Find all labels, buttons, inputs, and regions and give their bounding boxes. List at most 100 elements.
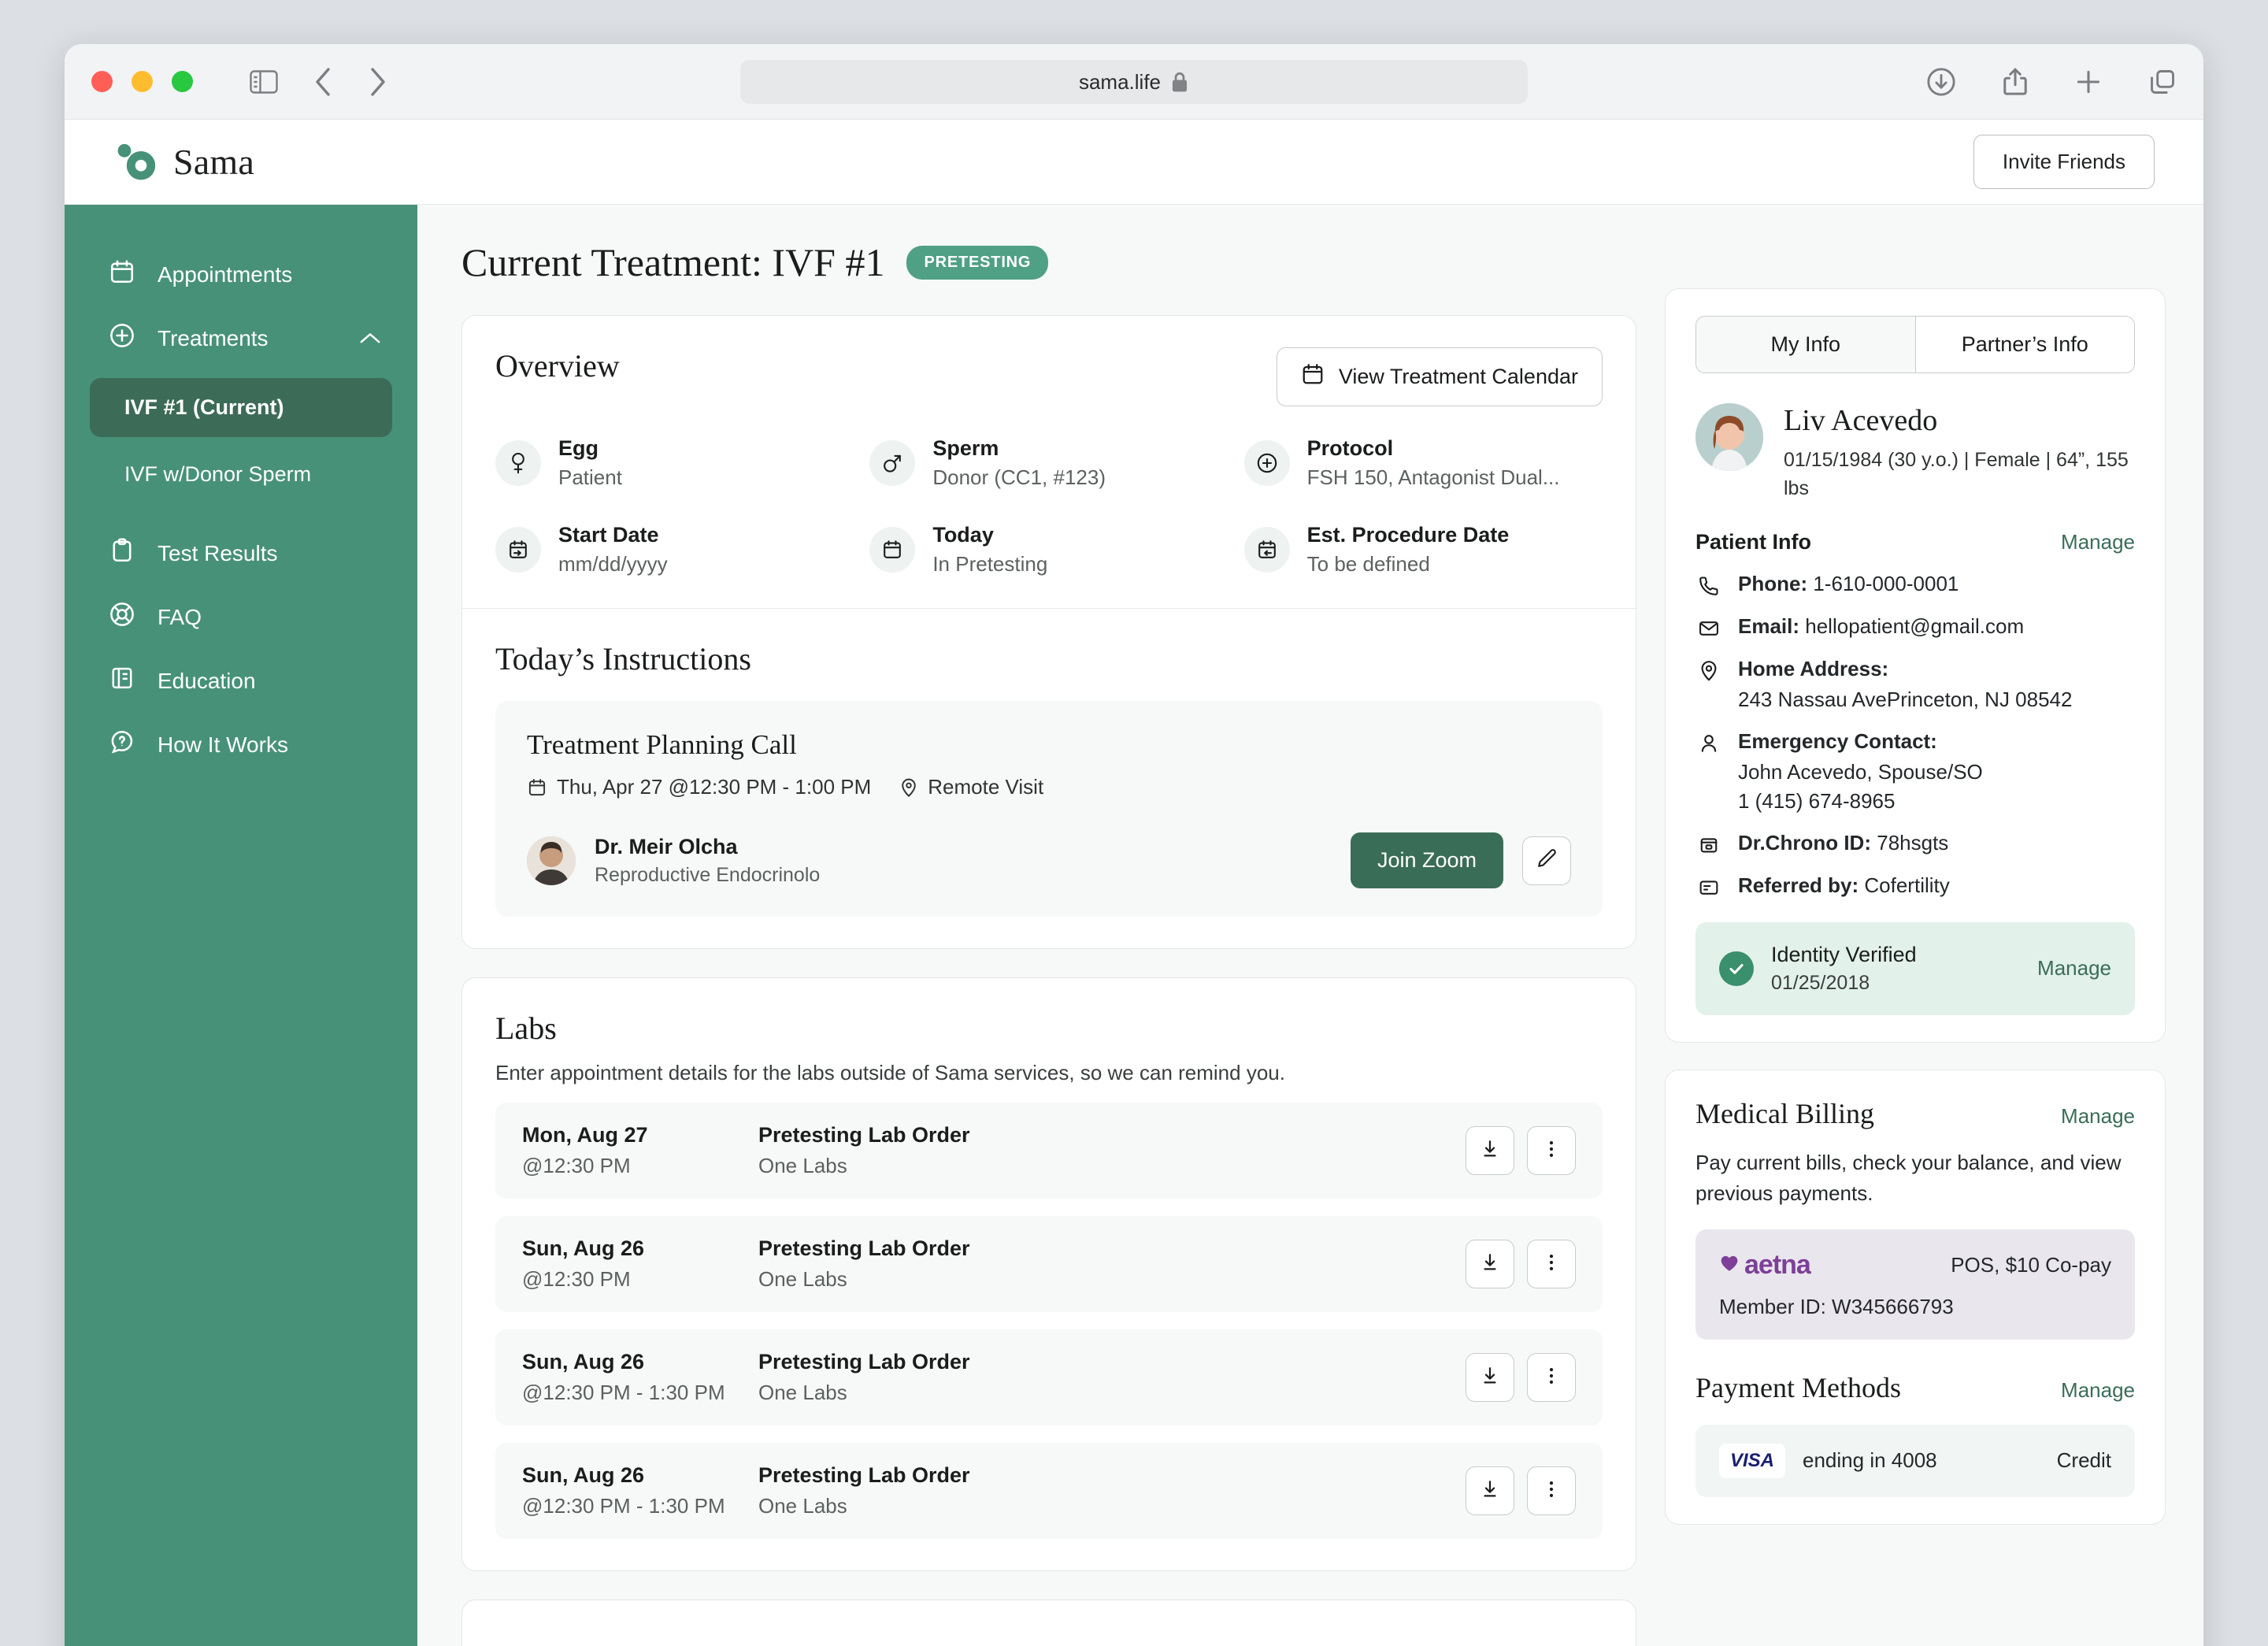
overview-label: Est. Procedure Date xyxy=(1306,523,1510,547)
invite-friends-button[interactable]: Invite Friends xyxy=(1973,135,2155,189)
window-controls[interactable] xyxy=(91,71,193,92)
download-icon xyxy=(1479,1251,1501,1277)
sidebar-item-appointments[interactable]: Appointments xyxy=(65,243,417,306)
person-icon xyxy=(1695,729,1722,754)
tab-partners-info[interactable]: Partner’s Info xyxy=(1914,317,2134,373)
id-icon xyxy=(1695,831,1722,856)
overview-item-sperm: Sperm Donor (CC1, #123) xyxy=(869,436,1228,490)
verified-title: Identity Verified xyxy=(1771,942,1917,966)
doctor-specialty: Reproductive Endocrinolo xyxy=(595,863,821,886)
url-text: sama.life xyxy=(1078,69,1162,94)
overview-value: In Pretesting xyxy=(932,552,1048,576)
lab-date: Sun, Aug 26 xyxy=(522,1350,645,1374)
overview-grid: Egg Patient Sperm Donor (CC1, #123) Prot… xyxy=(495,436,1603,576)
female-icon xyxy=(495,440,541,486)
next-card-partial xyxy=(461,1600,1636,1646)
calendar-start-icon xyxy=(495,527,541,573)
download-lab-button[interactable] xyxy=(1466,1353,1514,1402)
close-window-button[interactable] xyxy=(91,71,113,92)
join-zoom-button[interactable]: Join Zoom xyxy=(1350,832,1503,888)
manage-payment-methods-link[interactable]: Manage xyxy=(2061,1378,2135,1403)
male-icon xyxy=(869,440,916,486)
manage-patient-info-link[interactable]: Manage xyxy=(2061,530,2135,554)
new-tab-icon[interactable] xyxy=(2074,68,2103,96)
download-lab-button[interactable] xyxy=(1466,1466,1514,1515)
tabs-icon[interactable] xyxy=(2148,68,2177,96)
protocol-icon xyxy=(1243,440,1290,486)
payment-card-type: Credit xyxy=(2056,1448,2111,1472)
info-label: Email: xyxy=(1738,614,1800,638)
view-treatment-calendar-button[interactable]: View Treatment Calendar xyxy=(1276,347,1603,406)
overview-item-today: Today In Pretesting xyxy=(869,523,1228,576)
info-label: Referred by: xyxy=(1738,873,1859,897)
manage-billing-link[interactable]: Manage xyxy=(2061,1104,2135,1129)
table-row[interactable]: Sun, Aug 26 @12:30 PM - 1:30 PM Pretesti… xyxy=(495,1329,1603,1425)
doctor-name: Dr. Meir Olcha xyxy=(595,834,738,858)
sidebar-toggle-icon[interactable] xyxy=(250,69,278,94)
maximize-window-button[interactable] xyxy=(172,71,193,92)
overview-value: FSH 150, Antagonist Dual... xyxy=(1306,465,1560,489)
sama-logo-icon xyxy=(117,143,156,180)
lock-icon xyxy=(1172,72,1188,92)
info-value: John Acevedo, Spouse/SO xyxy=(1738,759,1983,784)
download-icon xyxy=(1479,1478,1501,1504)
table-row[interactable]: Sun, Aug 26 @12:30 PM Pretesting Lab Ord… xyxy=(495,1216,1603,1312)
downloads-icon[interactable] xyxy=(1926,67,1956,97)
sidebar-item-test-results[interactable]: Test Results xyxy=(65,521,417,585)
table-row[interactable]: Sun, Aug 26 @12:30 PM - 1:30 PM Pretesti… xyxy=(495,1443,1603,1539)
sidebar-subitem-ivf-donor-sperm[interactable]: IVF w/Donor Sperm xyxy=(90,445,392,504)
sidebar-item-label: Treatments xyxy=(158,325,269,350)
lab-date: Sun, Aug 26 xyxy=(522,1463,645,1487)
payment-method-row[interactable]: VISA ending in 4008 Credit xyxy=(1695,1424,2135,1497)
share-icon[interactable] xyxy=(2002,67,2029,97)
payment-card-number: ending in 4008 xyxy=(1803,1448,1937,1472)
lab-more-button[interactable] xyxy=(1527,1466,1576,1515)
tab-my-info[interactable]: My Info xyxy=(1696,317,1915,373)
insurance-card[interactable]: aetna POS, $10 Co-pay Member ID: W345666… xyxy=(1695,1229,2135,1340)
note-icon xyxy=(1695,873,1722,899)
sidebar-item-faq[interactable]: FAQ xyxy=(65,585,417,649)
back-icon[interactable] xyxy=(313,66,333,98)
download-lab-button[interactable] xyxy=(1466,1240,1514,1288)
minimize-window-button[interactable] xyxy=(132,71,153,92)
more-vertical-icon xyxy=(1540,1478,1562,1504)
address-bar[interactable]: sama.life xyxy=(740,60,1528,104)
brand[interactable]: Sama xyxy=(113,140,254,184)
info-value-secondary: 1 (415) 674-8965 xyxy=(1738,788,1896,813)
pin-icon xyxy=(1695,657,1722,682)
manage-identity-link[interactable]: Manage xyxy=(2037,956,2111,981)
browser-window: sama.life Sama Invite Friends Appointmen… xyxy=(65,44,2203,1646)
medical-billing-card: Medical Billing Manage Pay current bills… xyxy=(1665,1069,2166,1525)
forward-icon[interactable] xyxy=(368,66,388,98)
chevron-up-icon[interactable] xyxy=(359,326,381,351)
browser-toolbar: sama.life xyxy=(65,44,2203,120)
main-content: Current Treatment: IVF #1 PRETESTING Ove… xyxy=(417,205,2203,1646)
lab-time: @12:30 PM - 1:30 PM xyxy=(522,1494,725,1518)
patient-name: Liv Acevedo xyxy=(1784,404,1938,437)
labs-title: Labs xyxy=(495,1010,557,1046)
download-lab-button[interactable] xyxy=(1466,1126,1514,1175)
calendar-icon xyxy=(869,527,916,573)
pin-icon xyxy=(899,777,918,798)
lab-more-button[interactable] xyxy=(1527,1240,1576,1288)
overview-item-protocol: Protocol FSH 150, Antagonist Dual... xyxy=(1243,436,1603,490)
table-row[interactable]: Mon, Aug 27 @12:30 PM Pretesting Lab Ord… xyxy=(495,1103,1603,1199)
sidebar-item-treatments[interactable]: Treatments xyxy=(65,306,417,370)
avatar xyxy=(527,836,576,885)
sidebar-item-education[interactable]: Education xyxy=(65,649,417,713)
phone-icon xyxy=(1695,572,1722,597)
edit-appointment-button[interactable] xyxy=(1522,836,1571,885)
lab-more-button[interactable] xyxy=(1527,1353,1576,1402)
overview-value: Donor (CC1, #123) xyxy=(932,465,1106,489)
lab-provider: One Labs xyxy=(758,1267,847,1291)
instructions-title: Today’s Instructions xyxy=(495,641,751,677)
calendar-icon xyxy=(527,777,547,798)
overview-card: Overview View Treatment Calendar Egg Pat… xyxy=(461,315,1636,949)
sidebar-subitem-ivf1[interactable]: IVF #1 (Current) xyxy=(90,378,392,437)
info-home-address: Home Address: 243 Nassau AvePrinceton, N… xyxy=(1695,657,2135,712)
info-tabs: My Info Partner’s Info xyxy=(1695,316,2135,373)
verified-date: 01/25/2018 xyxy=(1771,971,1870,994)
sidebar-item-how-it-works[interactable]: How It Works xyxy=(65,713,417,777)
insurance-member-id: Member ID: W345666793 xyxy=(1719,1294,1954,1318)
lab-more-button[interactable] xyxy=(1527,1126,1576,1175)
